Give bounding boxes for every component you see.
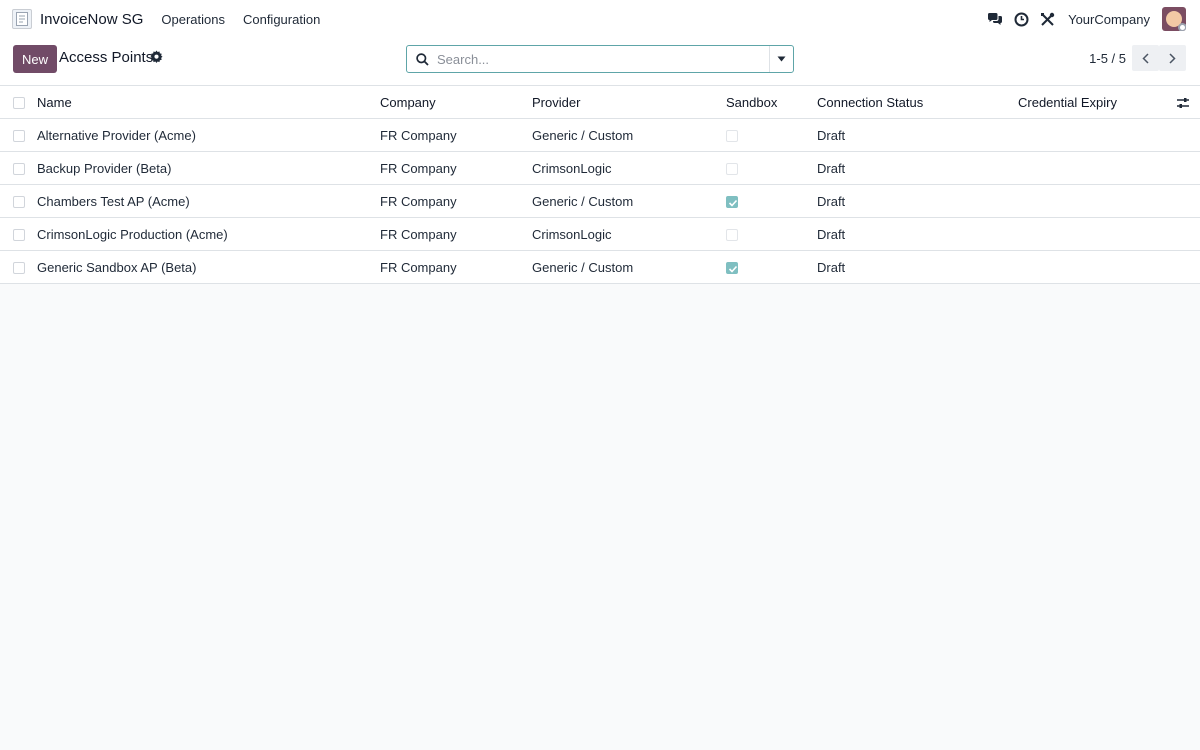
check-icon <box>728 199 738 207</box>
table-row[interactable]: CrimsonLogic Production (Acme) FR Compan… <box>0 218 1200 251</box>
column-header-name[interactable]: Name <box>37 86 72 119</box>
cell-provider[interactable]: CrimsonLogic <box>532 218 611 251</box>
sandbox-checkbox-checked <box>726 262 738 274</box>
pager-previous-button[interactable] <box>1132 45 1159 71</box>
cell-company[interactable]: FR Company <box>380 218 457 251</box>
user-avatar[interactable] <box>1162 7 1186 31</box>
select-all-checkbox[interactable] <box>13 97 25 109</box>
optional-columns-icon[interactable] <box>1176 96 1190 110</box>
cell-name[interactable]: Generic Sandbox AP (Beta) <box>37 251 196 284</box>
row-select-checkbox[interactable] <box>13 163 25 175</box>
control-panel: New Access Points 1-5 / 5 <box>0 38 1200 86</box>
check-icon <box>728 265 738 273</box>
caret-down-icon <box>777 56 786 62</box>
column-header-company[interactable]: Company <box>380 86 436 119</box>
cell-connection-status[interactable]: Draft <box>817 185 845 218</box>
chevron-left-icon <box>1142 52 1149 64</box>
new-button[interactable]: New <box>13 45 58 73</box>
table-row[interactable]: Chambers Test AP (Acme) FR Company Gener… <box>0 185 1200 218</box>
chevron-right-icon <box>1169 52 1176 64</box>
row-select-checkbox[interactable] <box>13 130 25 142</box>
presence-status-icon <box>1178 23 1186 31</box>
cell-name[interactable]: Alternative Provider (Acme) <box>37 119 196 152</box>
sandbox-checkbox <box>726 229 738 241</box>
chat-icon[interactable] <box>986 10 1004 28</box>
cell-company[interactable]: FR Company <box>380 119 457 152</box>
menu-operations[interactable]: Operations <box>161 12 225 27</box>
search-input[interactable] <box>437 46 769 72</box>
navbar-systray: YourCompany <box>978 0 1186 38</box>
column-header-connection-status[interactable]: Connection Status <box>817 86 923 119</box>
cell-provider[interactable]: CrimsonLogic <box>532 152 611 185</box>
table-row[interactable]: Alternative Provider (Acme) FR Company G… <box>0 119 1200 152</box>
gear-icon[interactable] <box>150 50 164 64</box>
cell-name[interactable]: Backup Provider (Beta) <box>37 152 171 185</box>
app-icon[interactable] <box>12 9 32 29</box>
cell-connection-status[interactable]: Draft <box>817 251 845 284</box>
cell-provider[interactable]: Generic / Custom <box>532 185 633 218</box>
table-header: Name Company Provider Sandbox Connection… <box>0 86 1200 119</box>
search-icon <box>407 52 437 66</box>
cell-connection-status[interactable]: Draft <box>817 152 845 185</box>
top-navbar: InvoiceNow SG Operations Configuration Y… <box>0 0 1200 38</box>
column-header-provider[interactable]: Provider <box>532 86 580 119</box>
cell-name[interactable]: Chambers Test AP (Acme) <box>37 185 190 218</box>
app-name[interactable]: InvoiceNow SG <box>40 11 143 28</box>
cell-name[interactable]: CrimsonLogic Production (Acme) <box>37 218 228 251</box>
cell-connection-status[interactable]: Draft <box>817 218 845 251</box>
tools-icon[interactable] <box>1038 10 1056 28</box>
list-view: Name Company Provider Sandbox Connection… <box>0 86 1200 284</box>
sandbox-checkbox <box>726 163 738 175</box>
cell-connection-status[interactable]: Draft <box>817 119 845 152</box>
cell-provider[interactable]: Generic / Custom <box>532 251 633 284</box>
company-switcher[interactable]: YourCompany <box>1068 12 1150 27</box>
column-header-credential-expiry[interactable]: Credential Expiry <box>1018 86 1117 119</box>
pager-next-button[interactable] <box>1159 45 1186 71</box>
table-row[interactable]: Backup Provider (Beta) FR Company Crimso… <box>0 152 1200 185</box>
cell-provider[interactable]: Generic / Custom <box>532 119 633 152</box>
row-select-checkbox[interactable] <box>13 196 25 208</box>
sandbox-checkbox <box>726 130 738 142</box>
row-select-checkbox[interactable] <box>13 262 25 274</box>
menu-configuration[interactable]: Configuration <box>243 12 320 27</box>
table-row[interactable]: Generic Sandbox AP (Beta) FR Company Gen… <box>0 251 1200 284</box>
cell-company[interactable]: FR Company <box>380 251 457 284</box>
search-options-toggle[interactable] <box>769 46 793 72</box>
search-bar <box>406 45 794 73</box>
sandbox-checkbox-checked <box>726 196 738 208</box>
page-title: Access Points <box>59 49 154 66</box>
column-header-sandbox[interactable]: Sandbox <box>726 86 777 119</box>
cell-company[interactable]: FR Company <box>380 152 457 185</box>
row-select-checkbox[interactable] <box>13 229 25 241</box>
clock-icon[interactable] <box>1012 10 1030 28</box>
cell-company[interactable]: FR Company <box>380 185 457 218</box>
pager-value[interactable]: 1-5 / 5 <box>1089 51 1126 66</box>
